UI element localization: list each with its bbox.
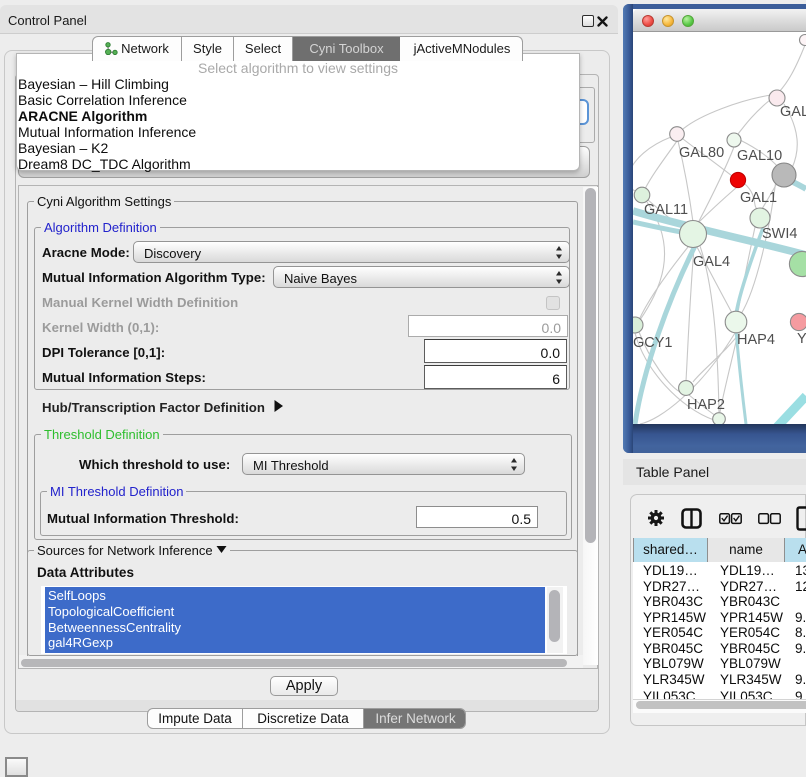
svg-text:Y: Y (797, 331, 806, 347)
svg-text:GAL: GAL (780, 104, 806, 120)
svg-text:HAP2: HAP2 (687, 397, 725, 413)
svg-text:GCY1: GCY1 (633, 335, 673, 351)
svg-text:GAL1: GAL1 (740, 190, 777, 206)
svg-text:HAP4: HAP4 (737, 332, 775, 348)
svg-text:GAL80: GAL80 (679, 145, 724, 161)
svg-text:GAL11: GAL11 (644, 202, 688, 218)
svg-text:GAL4: GAL4 (693, 254, 730, 270)
svg-text:SWI4: SWI4 (762, 226, 797, 242)
svg-text:GAL10: GAL10 (737, 148, 782, 164)
